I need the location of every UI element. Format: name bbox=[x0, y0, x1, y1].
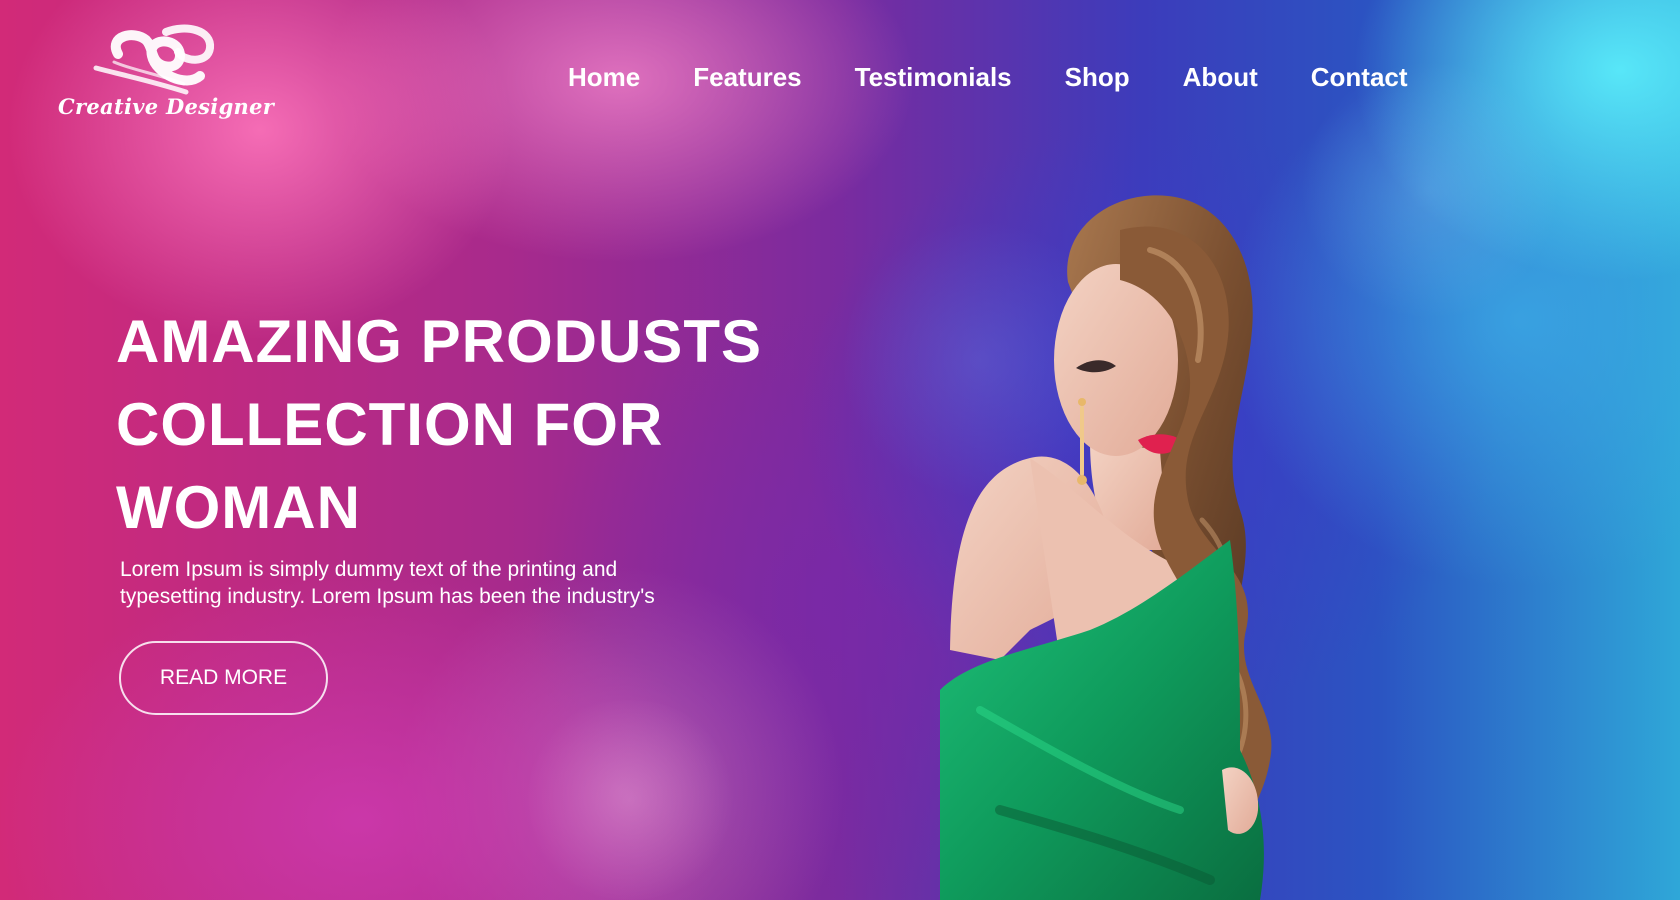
nav-home[interactable]: Home bbox=[568, 62, 640, 93]
nav-contact[interactable]: Contact bbox=[1311, 62, 1408, 93]
nav-shop[interactable]: Shop bbox=[1065, 62, 1130, 93]
hero-title: AMAZING PRODUSTS COLLECTION FOR WOMAN bbox=[116, 300, 816, 549]
nav-about[interactable]: About bbox=[1183, 62, 1258, 93]
brush-swirl-icon bbox=[93, 24, 214, 95]
model-photo bbox=[940, 195, 1272, 900]
nav-testimonials[interactable]: Testimonials bbox=[855, 62, 1012, 93]
hero-title-line: AMAZING PRODUSTS bbox=[116, 308, 762, 375]
site-logo[interactable]: Creative Designer bbox=[54, 18, 274, 128]
logo-text: Creative Designer bbox=[58, 94, 275, 119]
read-more-button[interactable]: READ MORE bbox=[119, 641, 328, 715]
main-nav: Home Features Testimonials Shop About Co… bbox=[568, 62, 1408, 93]
hero-title-line: COLLECTION FOR bbox=[116, 391, 664, 458]
hero-title-line: WOMAN bbox=[116, 474, 361, 541]
hero-description: Lorem Ipsum is simply dummy text of the … bbox=[120, 558, 655, 608]
nav-features[interactable]: Features bbox=[693, 62, 801, 93]
bokeh-light bbox=[520, 700, 740, 900]
